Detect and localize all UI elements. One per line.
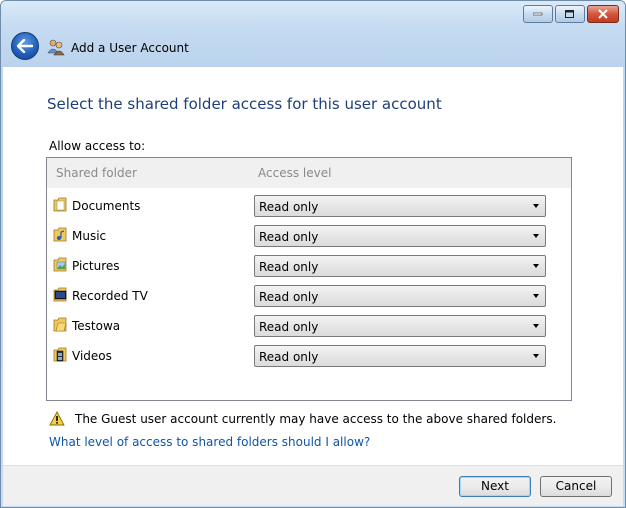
close-icon [598, 9, 608, 19]
caption-buttons [523, 5, 619, 23]
access-level-select[interactable]: Read only [254, 315, 546, 337]
minimize-button[interactable] [523, 5, 553, 23]
access-level-select[interactable]: Read only [254, 255, 546, 277]
minimize-icon [533, 12, 543, 16]
maximize-icon [565, 9, 574, 18]
access-level-select[interactable]: Read only [254, 285, 546, 307]
folder-row: Recorded TV Read only [47, 280, 571, 310]
cancel-button[interactable]: Cancel [540, 476, 612, 497]
next-button[interactable]: Next [459, 476, 531, 497]
pictures-folder-icon [53, 257, 67, 272]
dropdown-arrow-icon [533, 264, 539, 268]
wizard-window: Add a User Account Select the shared fol… [0, 0, 626, 508]
title-bar: Add a User Account [1, 1, 625, 67]
dropdown-arrow-icon [533, 204, 539, 208]
documents-folder-icon [53, 197, 67, 212]
allow-access-label: Allow access to: [49, 139, 146, 153]
music-folder-icon [53, 227, 67, 242]
access-level-value: Read only [259, 260, 319, 274]
folder-row: Documents Read only [47, 190, 571, 220]
folder-icon [53, 317, 67, 332]
folder-row: Testowa Read only [47, 310, 571, 340]
folder-row: Music Read only [47, 220, 571, 250]
help-link[interactable]: What level of access to shared folders s… [49, 435, 370, 449]
column-header-folder: Shared folder [56, 166, 137, 180]
close-button[interactable] [587, 5, 619, 23]
maximize-button[interactable] [555, 5, 585, 23]
folder-name: Pictures [72, 259, 120, 273]
access-level-value: Read only [259, 350, 319, 364]
dropdown-arrow-icon [533, 354, 539, 358]
access-level-value: Read only [259, 290, 319, 304]
button-bar: Next Cancel [3, 465, 623, 506]
folder-row: Pictures Read only [47, 250, 571, 280]
access-level-select[interactable]: Read only [254, 345, 546, 367]
list-header: Shared folder Access level [47, 158, 571, 188]
access-level-value: Read only [259, 320, 319, 334]
content-area: Select the shared folder access for this… [3, 67, 623, 465]
recorded-tv-folder-icon [53, 287, 67, 302]
column-header-access: Access level [258, 166, 332, 180]
access-level-value: Read only [259, 230, 319, 244]
access-level-select[interactable]: Read only [254, 195, 546, 217]
dropdown-arrow-icon [533, 234, 539, 238]
folder-name: Documents [72, 199, 141, 213]
warning-text: The Guest user account currently may hav… [75, 411, 557, 426]
access-level-select[interactable]: Read only [254, 225, 546, 247]
warning-icon [49, 411, 65, 426]
folder-name: Recorded TV [72, 289, 148, 303]
access-level-value: Read only [259, 200, 319, 214]
page-heading: Select the shared folder access for this… [47, 95, 442, 113]
back-button[interactable] [11, 32, 39, 60]
folder-name: Testowa [72, 319, 121, 333]
folder-name: Videos [72, 349, 112, 363]
dropdown-arrow-icon [533, 294, 539, 298]
folder-name: Music [72, 229, 107, 243]
guest-warning: The Guest user account currently may hav… [49, 411, 556, 426]
back-arrow-icon [17, 39, 33, 53]
folder-row: Videos Read only [47, 340, 571, 370]
users-icon [47, 39, 65, 56]
dropdown-arrow-icon [533, 324, 539, 328]
videos-folder-icon [53, 347, 67, 362]
wizard-title: Add a User Account [71, 41, 189, 55]
shared-folder-list: Shared folder Access level Documents Rea… [46, 157, 572, 401]
